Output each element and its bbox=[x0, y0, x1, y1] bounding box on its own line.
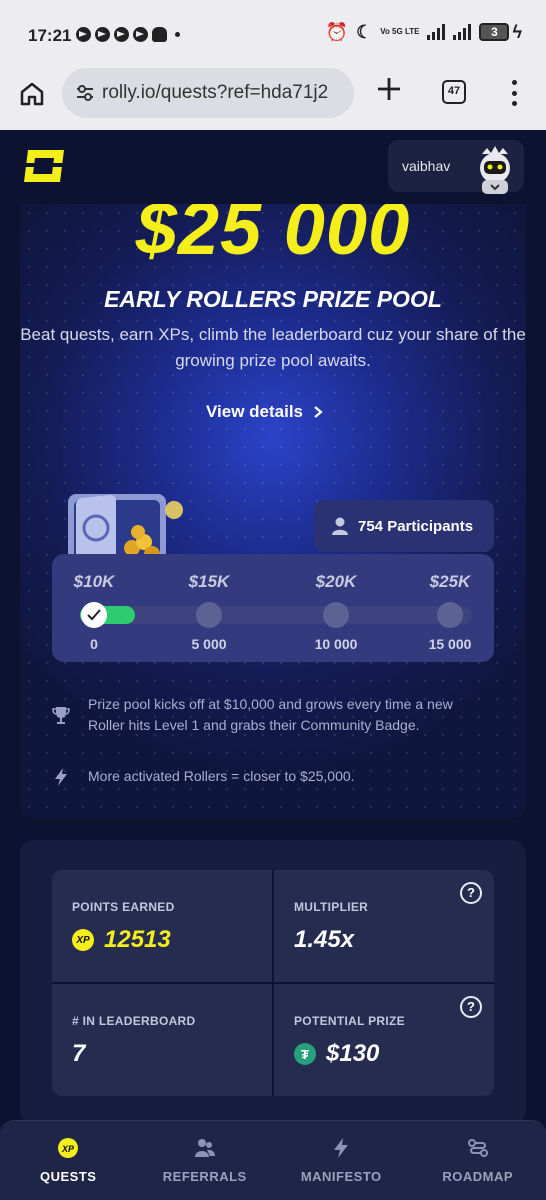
users-icon bbox=[194, 1139, 215, 1157]
prize-pool-card: $25 000 EARLY ROLLERS PRIZE POOL Beat qu… bbox=[20, 204, 526, 818]
view-details-label: View details bbox=[206, 402, 304, 421]
network-type: Vo 5G LTE bbox=[380, 27, 420, 36]
prize-pool-note-text: Prize pool kicks off at $10,000 and grow… bbox=[88, 696, 453, 733]
robot-avatar-icon bbox=[480, 146, 510, 194]
username: vaibhav bbox=[402, 158, 451, 174]
potential-prize-value: $130 bbox=[326, 1040, 380, 1067]
telegram-icon bbox=[76, 27, 91, 42]
notification-icons bbox=[76, 27, 180, 42]
snapchat-icon bbox=[152, 27, 167, 42]
stats-grid: POINTS EARNED XP 12513 MULTIPLIER 1.45x … bbox=[52, 870, 494, 1096]
app-header: vaibhav bbox=[0, 130, 546, 204]
url-text[interactable]: rolly.io/quests?ref=hda71j2 bbox=[102, 82, 352, 104]
browser-toolbar: rolly.io/quests?ref=hda71j2 47 bbox=[0, 66, 546, 130]
trophy-icon bbox=[52, 707, 70, 724]
potential-prize-cell: POTENTIAL PRIZE ₮ $130 ? bbox=[274, 984, 494, 1096]
nav-manifesto-label: MANIFESTO bbox=[300, 1169, 382, 1184]
signal-icon bbox=[453, 24, 472, 40]
signal-icon bbox=[427, 24, 446, 40]
dnd-moon-icon: ☾ bbox=[356, 22, 373, 42]
tier-prize-label: $25K bbox=[429, 572, 471, 591]
prize-pool-note: Prize pool kicks off at $10,000 and grow… bbox=[50, 694, 490, 736]
lightning-icon bbox=[334, 1138, 349, 1158]
tier-node bbox=[437, 602, 463, 628]
tier-xp-threshold: 5 000 bbox=[191, 636, 227, 652]
potential-prize-value-row: ₮ $130 bbox=[294, 1040, 379, 1068]
browser-menu-icon[interactable] bbox=[510, 80, 518, 106]
prize-pool-title: EARLY ROLLERS PRIZE POOL bbox=[104, 286, 442, 312]
activation-note-text: More activated Rollers = closer to $25,0… bbox=[88, 768, 355, 784]
points-earned-cell: POINTS EARNED XP 12513 bbox=[52, 870, 272, 982]
tier-prize-label: $20K bbox=[315, 572, 357, 591]
leaderboard-cell: # IN LEADERBOARD 7 bbox=[52, 984, 272, 1096]
tier-reached-check-icon bbox=[81, 602, 107, 628]
telegram-icon bbox=[133, 27, 148, 42]
nav-manifesto[interactable]: MANIFESTO bbox=[273, 1121, 410, 1200]
nav-roadmap[interactable]: ROADMAP bbox=[410, 1121, 546, 1200]
multiplier-value: 1.45x bbox=[294, 926, 355, 953]
bottom-navigation: XP QUESTS REFERRALS MANIFESTO ROADMAP bbox=[0, 1120, 546, 1200]
battery-icon: 3ϟ bbox=[479, 23, 522, 41]
tier-prize-label: $10K bbox=[73, 572, 115, 591]
nav-quests[interactable]: XP QUESTS bbox=[0, 1121, 137, 1200]
tier-prize-label: $15K bbox=[188, 572, 230, 591]
nav-roadmap-label: ROADMAP bbox=[442, 1169, 514, 1184]
chevron-right-icon bbox=[314, 406, 323, 418]
nav-quests-label: QUESTS bbox=[40, 1169, 97, 1184]
view-details-link[interactable]: View details bbox=[206, 402, 323, 422]
lightning-icon bbox=[55, 768, 67, 786]
route-icon bbox=[467, 1139, 488, 1157]
telegram-icon bbox=[95, 27, 110, 42]
user-menu-button[interactable]: vaibhav bbox=[388, 140, 524, 194]
charging-icon: ϟ bbox=[512, 22, 522, 42]
new-tab-icon[interactable] bbox=[374, 74, 404, 104]
xp-icon: XP bbox=[58, 1138, 79, 1158]
rolly-logo[interactable] bbox=[20, 148, 68, 184]
tab-switcher-button[interactable]: 47 bbox=[442, 80, 466, 104]
home-icon[interactable] bbox=[18, 80, 46, 108]
participants-badge: 754 Participants bbox=[314, 500, 494, 552]
status-bar: 17:21 ⏰ ☾ Vo 5G LTE 3ϟ bbox=[0, 0, 546, 66]
nav-referrals-label: REFERRALS bbox=[162, 1169, 247, 1184]
nav-referrals[interactable]: REFERRALS bbox=[137, 1121, 274, 1200]
user-icon bbox=[332, 517, 348, 535]
points-earned-value-row: XP 12513 bbox=[72, 926, 171, 954]
participants-count: 754 Participants bbox=[358, 517, 474, 535]
alarm-icon: ⏰ bbox=[325, 22, 349, 42]
multiplier-value-row: 1.45x bbox=[294, 926, 354, 954]
multiplier-help-icon[interactable]: ? bbox=[460, 882, 482, 904]
prize-progress-card: $10K 0 $15K 5 000 $20K 10 000 $25K 15 000 bbox=[52, 554, 494, 662]
activation-note: More activated Rollers = closer to $25,0… bbox=[50, 766, 490, 788]
tier-xp-threshold: 0 bbox=[90, 636, 98, 652]
leaderboard-value: 7 bbox=[72, 1040, 86, 1067]
prize-pool-description: Beat quests, earn XPs, climb the leaderb… bbox=[20, 325, 526, 370]
progress-track bbox=[80, 606, 472, 624]
svg-text:XP: XP bbox=[61, 1144, 75, 1154]
tier-node bbox=[323, 602, 349, 628]
potential-prize-help-icon[interactable]: ? bbox=[460, 996, 482, 1018]
prize-amount: $25 000 bbox=[135, 204, 411, 270]
stats-card: POINTS EARNED XP 12513 MULTIPLIER 1.45x … bbox=[20, 840, 526, 1124]
leaderboard-value-row: 7 bbox=[72, 1040, 85, 1068]
points-earned-value: 12513 bbox=[104, 926, 171, 953]
telegram-icon bbox=[114, 27, 129, 42]
xp-icon: XP bbox=[72, 929, 94, 951]
usdt-icon: ₮ bbox=[294, 1043, 316, 1065]
battery-level: 3 bbox=[479, 23, 510, 41]
potential-prize-label: POTENTIAL PRIZE bbox=[294, 1014, 405, 1028]
tier-xp-threshold: 15 000 bbox=[428, 636, 472, 652]
more-notifications-dot bbox=[175, 32, 180, 37]
multiplier-label: MULTIPLIER bbox=[294, 900, 369, 914]
site-settings-icon[interactable] bbox=[74, 82, 96, 104]
tier-xp-threshold: 10 000 bbox=[314, 636, 358, 652]
clock: 17:21 bbox=[28, 26, 72, 45]
multiplier-cell: MULTIPLIER 1.45x ? bbox=[274, 870, 494, 982]
points-earned-label: POINTS EARNED bbox=[72, 900, 175, 914]
system-icons: ⏰ ☾ Vo 5G LTE 3ϟ bbox=[326, 23, 522, 41]
tier-node bbox=[196, 602, 222, 628]
address-bar[interactable]: rolly.io/quests?ref=hda71j2 bbox=[62, 68, 354, 118]
leaderboard-label: # IN LEADERBOARD bbox=[72, 1014, 196, 1028]
